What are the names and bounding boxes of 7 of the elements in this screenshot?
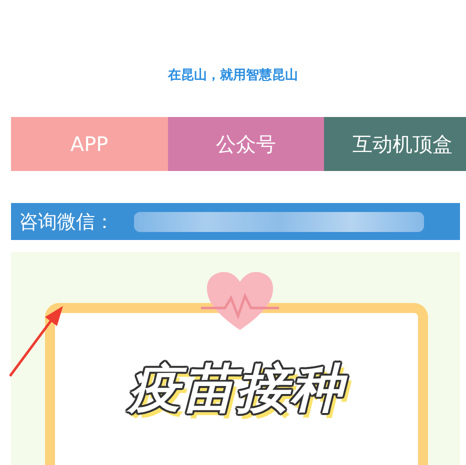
- poster-title: 疫苗接种: [114, 354, 358, 465]
- contact-label: 咨询微信：: [19, 210, 114, 234]
- channel-tab[interactable]: APP: [11, 117, 168, 171]
- heart-pulse-icon: [201, 270, 279, 332]
- tagline: 在昆山，就用智慧昆山: [168, 68, 298, 83]
- channel-tab[interactable]: 互动机顶盒: [324, 117, 466, 171]
- channel-tab[interactable]: 公众号: [168, 117, 324, 171]
